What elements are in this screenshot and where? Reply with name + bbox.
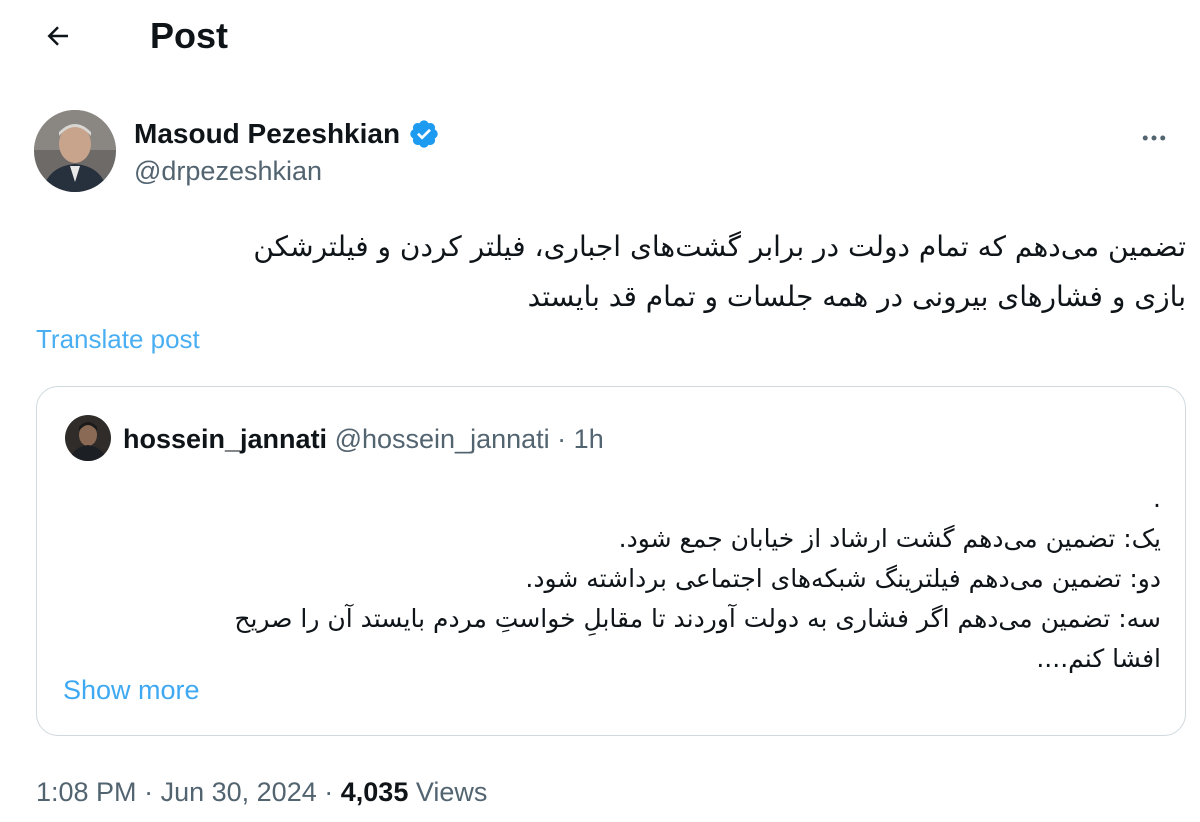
quoted-post[interactable]: hossein_jannati @hossein_jannati · 1h . … <box>36 386 1186 736</box>
quote-author-name[interactable]: hossein_jannati <box>123 424 327 454</box>
post-text-line: تضمین می‌دهم که تمام دولت در برابر گشت‌ه… <box>253 230 1186 263</box>
footer-separator: · <box>144 777 154 807</box>
author-avatar[interactable] <box>34 110 116 192</box>
quote-text-line: افشا کنم.... <box>1036 644 1161 673</box>
footer-separator: · <box>324 777 334 807</box>
top-bar: Post <box>0 0 1200 72</box>
post-date[interactable]: Jun 30, 2024 <box>161 777 317 807</box>
quote-text-line: دو: تضمین می‌دهم فیلترینگ شبکه‌های اجتما… <box>525 564 1161 593</box>
quote-meta: hossein_jannati @hossein_jannati · 1h <box>123 419 604 459</box>
post-text: تضمین می‌دهم که تمام دولت در برابر گشت‌ه… <box>36 222 1186 322</box>
author-name[interactable]: Masoud Pezeshkian <box>134 118 400 150</box>
arrow-left-icon <box>47 26 68 46</box>
post-time[interactable]: 1:08 PM <box>36 777 137 807</box>
page-title: Post <box>150 15 229 56</box>
post-text-line: بازی و فشارهای بیرونی در همه جلسات و تما… <box>527 280 1186 313</box>
back-button[interactable] <box>36 14 80 58</box>
quote-text-line: یک: تضمین می‌دهم گشت ارشاد از خیابان جمع… <box>618 524 1161 553</box>
post-author: Masoud Pezeshkian @drpezeshkian <box>34 110 1174 196</box>
more-options-button[interactable] <box>1134 118 1174 158</box>
author-handle[interactable]: @drpezeshkian <box>134 156 322 187</box>
quote-text-line: سه: تضمین می‌دهم اگر فشاری به دولت آوردن… <box>234 604 1161 633</box>
quote-timestamp[interactable]: 1h <box>574 424 604 454</box>
views-label: Views <box>415 777 488 807</box>
post-footer: 1:08 PM · Jun 30, 2024 · 4,035 Views <box>36 772 487 812</box>
post-page: Post Masoud Pezeshkian @drpezeshkian تضم… <box>0 0 1200 822</box>
more-horizontal-icon <box>1142 135 1166 141</box>
quote-text-line: . <box>1153 484 1161 513</box>
quote-author-avatar[interactable] <box>65 415 111 461</box>
quote-text: . یک: تضمین می‌دهم گشت ارشاد از خیابان ج… <box>71 479 1161 679</box>
quote-separator: · <box>557 424 567 454</box>
author-name-row: Masoud Pezeshkian <box>134 114 440 154</box>
views-count: 4,035 <box>340 777 409 807</box>
verified-badge-icon <box>408 118 440 150</box>
translate-post-link[interactable]: Translate post <box>36 324 200 355</box>
quote-author-handle[interactable]: @hossein_jannati <box>335 424 550 454</box>
show-more-link[interactable]: Show more <box>63 675 200 706</box>
